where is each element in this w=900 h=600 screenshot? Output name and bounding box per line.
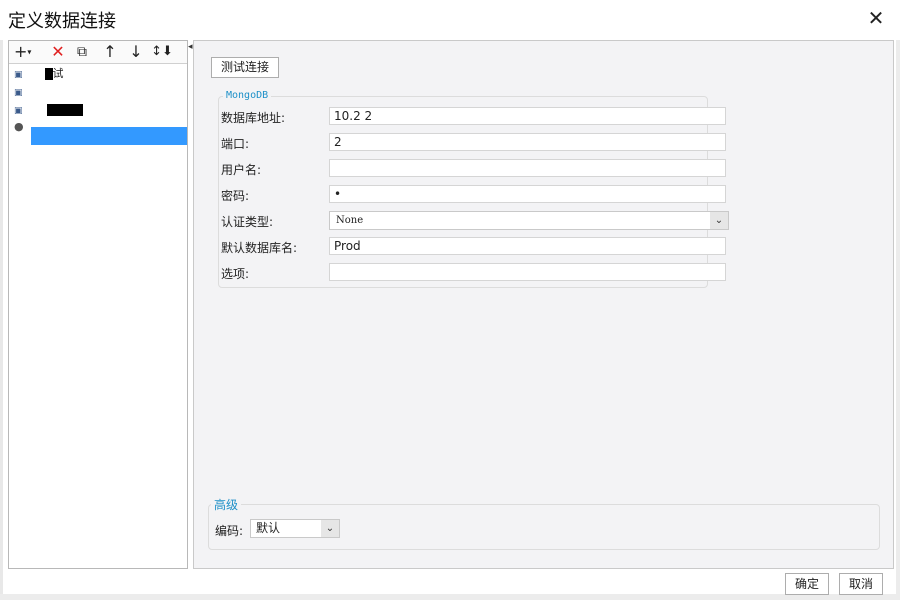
title-bar: 定义数据连接 ✕ bbox=[0, 0, 900, 36]
sort-icon[interactable]: ↕⬇ bbox=[151, 43, 173, 61]
chevron-down-icon[interactable]: ⌄ bbox=[321, 520, 339, 537]
redacted-area bbox=[26, 85, 97, 99]
username-field[interactable] bbox=[329, 159, 726, 177]
connection-toolbar: +▾ ✕ ⧉ ↑ ↓ ↕⬇ bbox=[9, 41, 187, 64]
mongodb-settings-group: MongoDB 数据库地址: 10.2 2 端口: 2 用户名: 密码: • 认… bbox=[218, 90, 729, 288]
move-up-icon[interactable]: ↑ bbox=[101, 43, 119, 61]
background-strip-right bbox=[896, 40, 900, 600]
database-icon: ▣ bbox=[14, 70, 23, 80]
encoding-value: 默认 bbox=[256, 521, 281, 535]
connection-list-pane: +▾ ✕ ⧉ ↑ ↓ ↕⬇ ▣ 试 ▣ ▣ ● bbox=[8, 40, 188, 569]
tree-item[interactable]: ▣ bbox=[9, 83, 187, 101]
redacted-area bbox=[44, 68, 53, 80]
password-label: 密码: bbox=[221, 189, 250, 203]
background-strip-left bbox=[0, 40, 3, 600]
tree-item[interactable]: ▣ 试 bbox=[9, 65, 187, 83]
ok-button[interactable]: 确定 bbox=[785, 573, 829, 595]
auth-type-select[interactable]: None ⌄ bbox=[329, 211, 729, 230]
tree-item[interactable]: ▣ bbox=[9, 101, 187, 119]
options-field[interactable] bbox=[329, 263, 726, 281]
copy-icon[interactable]: ⧉ bbox=[73, 43, 91, 61]
chevron-down-icon: ▾ bbox=[27, 47, 32, 57]
chevron-down-icon[interactable]: ⌄ bbox=[710, 212, 728, 229]
test-connection-button[interactable]: 测试连接 bbox=[211, 57, 279, 78]
options-label: 选项: bbox=[221, 267, 250, 281]
mongodb-group-title: MongoDB bbox=[223, 90, 272, 101]
advanced-group-title: 高级 bbox=[211, 496, 242, 513]
background-strip-bottom bbox=[0, 594, 900, 600]
host-field[interactable]: 10.2 2 bbox=[329, 107, 726, 125]
advanced-settings-group: 高级 编码: 默认 ⌄ bbox=[208, 496, 880, 550]
username-label: 用户名: bbox=[221, 163, 262, 177]
tree-item-label: 试 bbox=[52, 67, 64, 80]
auth-type-value: None bbox=[336, 215, 364, 226]
delete-icon[interactable]: ✕ bbox=[49, 43, 67, 61]
connection-tree: ▣ 试 ▣ ▣ ● bbox=[9, 65, 187, 145]
pane-splitter[interactable]: ◂ bbox=[188, 40, 193, 567]
host-label: 数据库地址: bbox=[221, 111, 286, 125]
window-title: 定义数据连接 bbox=[8, 11, 116, 32]
encoding-label: 编码: bbox=[215, 524, 244, 538]
database-icon: ▣ bbox=[14, 88, 23, 98]
port-field[interactable]: 2 bbox=[329, 133, 726, 151]
collapse-arrow-icon[interactable]: ◂ bbox=[188, 42, 193, 52]
redacted-area bbox=[46, 104, 83, 116]
connection-status-icon: ● bbox=[14, 120, 24, 133]
close-icon[interactable]: ✕ bbox=[866, 8, 886, 28]
encoding-select[interactable]: 默认 ⌄ bbox=[250, 519, 340, 538]
plus-icon: + bbox=[14, 42, 28, 61]
connection-detail-pane: 测试连接 MongoDB 数据库地址: 10.2 2 端口: 2 用户名: 密码… bbox=[193, 40, 894, 569]
move-down-icon[interactable]: ↓ bbox=[127, 43, 145, 61]
default-db-label: 默认数据库名: bbox=[221, 241, 298, 255]
add-connection-button[interactable]: +▾ bbox=[14, 43, 40, 61]
tree-item-selected[interactable] bbox=[31, 127, 187, 145]
default-db-field[interactable]: Prod bbox=[329, 237, 726, 255]
cancel-button[interactable]: 取消 bbox=[839, 573, 883, 595]
port-label: 端口: bbox=[221, 137, 250, 151]
redacted-area bbox=[26, 67, 45, 81]
password-field[interactable]: • bbox=[329, 185, 726, 203]
auth-type-label: 认证类型: bbox=[221, 215, 274, 229]
database-icon: ▣ bbox=[14, 106, 23, 116]
